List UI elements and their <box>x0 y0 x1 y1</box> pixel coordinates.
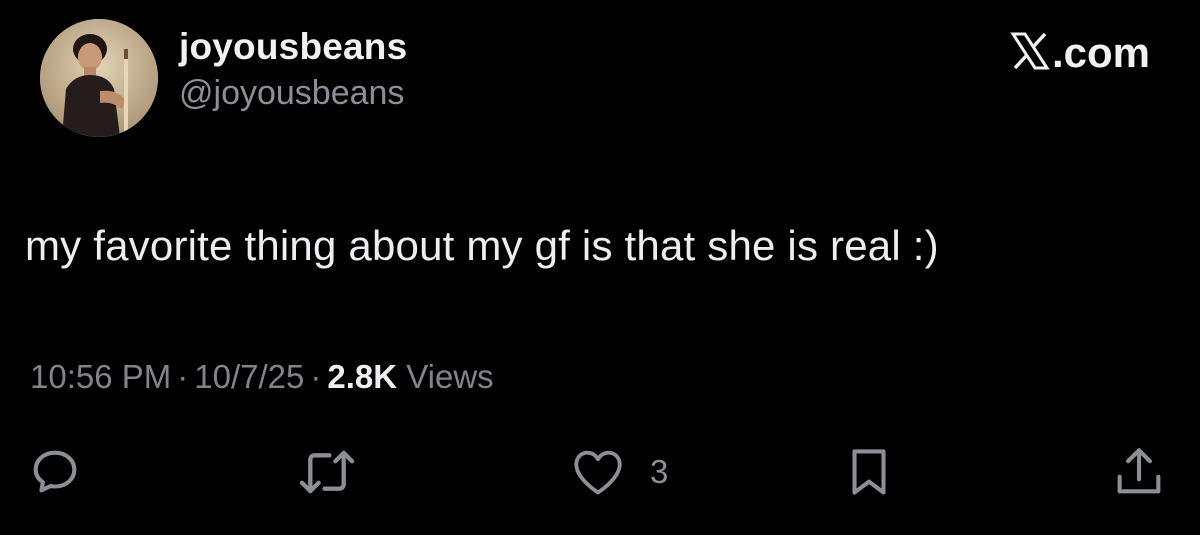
retweet-icon <box>296 443 358 501</box>
action-bar: 3 <box>0 440 1200 510</box>
meta-separator: · <box>310 358 322 395</box>
avatar[interactable] <box>40 19 158 137</box>
brand-watermark: .com <box>1010 27 1150 77</box>
tweet-card: joyousbeans @joyousbeans .com my favorit… <box>0 0 1200 535</box>
handle[interactable]: @joyousbeans <box>179 71 407 115</box>
tweet-header: joyousbeans @joyousbeans .com <box>40 19 1160 139</box>
reply-icon <box>26 443 84 501</box>
tweet-meta: 10:56 PM · 10/7/25 · 2.8K Views <box>30 358 494 396</box>
x-logo-icon <box>1010 31 1050 71</box>
tweet-text: my favorite thing about my gf is that sh… <box>25 222 939 269</box>
bookmark-icon <box>840 443 898 501</box>
display-name[interactable]: joyousbeans <box>179 25 407 69</box>
author-names: joyousbeans @joyousbeans <box>179 25 407 115</box>
tweet-date[interactable]: 10/7/25 <box>194 358 304 395</box>
share-icon <box>1110 443 1168 501</box>
reply-button[interactable] <box>26 440 84 504</box>
meta-separator: · <box>177 358 189 395</box>
views-label: Views <box>406 358 494 395</box>
bookmark-button[interactable] <box>840 440 898 504</box>
brand-label: .com <box>1051 29 1150 76</box>
like-button[interactable]: 3 <box>568 440 668 504</box>
like-count: 3 <box>650 453 669 490</box>
views-count[interactable]: 2.8K <box>327 358 397 395</box>
share-button[interactable] <box>1110 440 1168 504</box>
heart-icon <box>568 443 628 501</box>
avatar-image <box>40 19 158 137</box>
tweet-time[interactable]: 10:56 PM <box>30 358 171 395</box>
retweet-button[interactable] <box>296 440 358 504</box>
